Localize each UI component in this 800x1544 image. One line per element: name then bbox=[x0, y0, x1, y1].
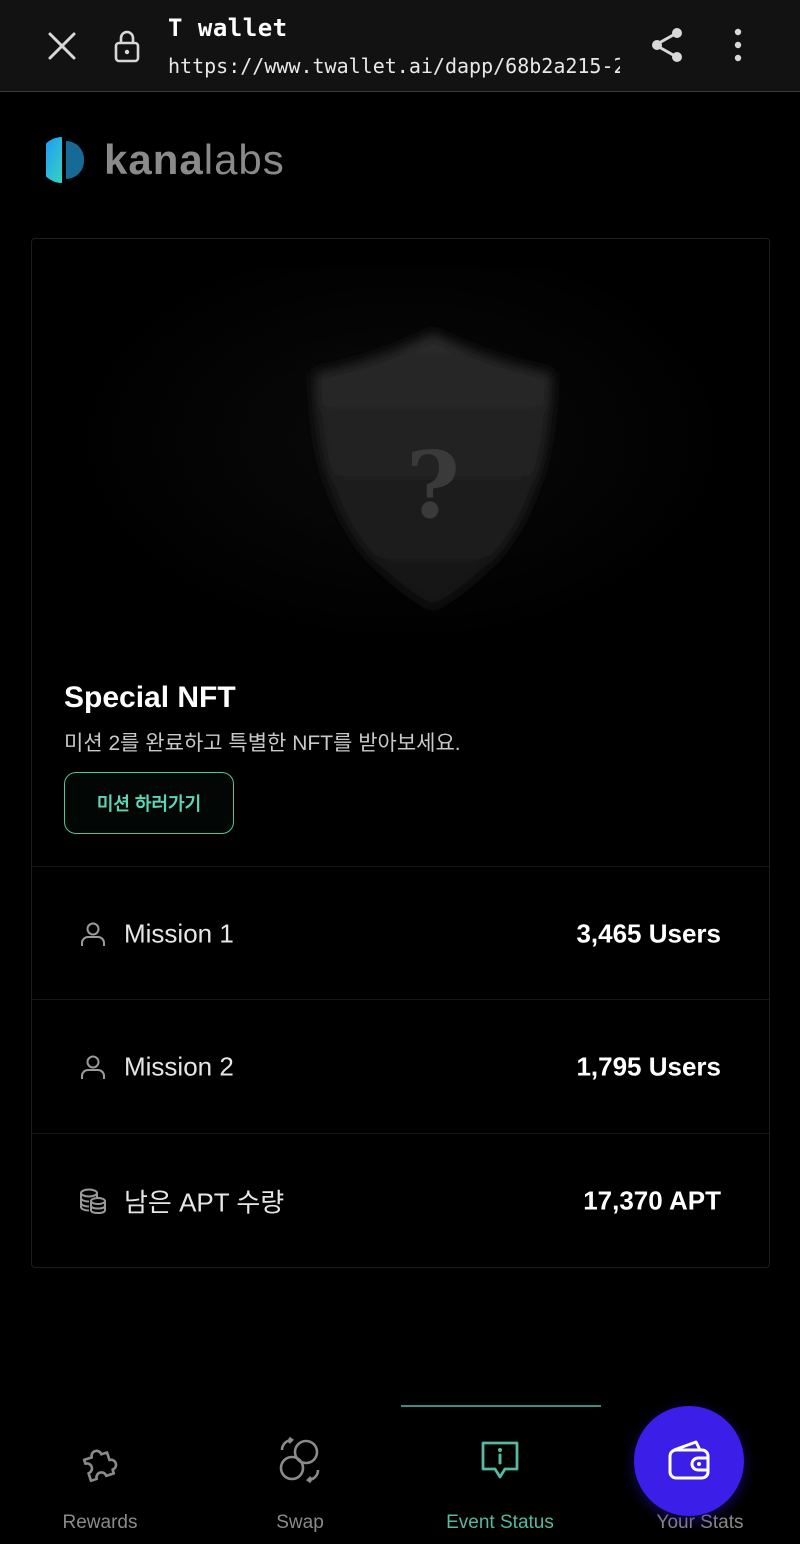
wallet-icon bbox=[668, 1440, 710, 1480]
more-options-icon[interactable] bbox=[718, 22, 758, 68]
event-card: ? Special NFT 미션 2를 완료하고 특별한 NFT를 받아보세요.… bbox=[31, 238, 770, 1268]
mystery-glyph: ? bbox=[406, 431, 460, 539]
coins-icon bbox=[78, 1186, 108, 1216]
kanalabs-logo-mark-icon bbox=[46, 137, 85, 183]
stat-value: 1,795 Users bbox=[576, 1051, 721, 1081]
browser-toolbar: T wallet https://www.twallet.ai/dapp/68b… bbox=[0, 0, 800, 92]
logo-wordmark: kanalabs bbox=[104, 136, 285, 183]
page-title: T wallet bbox=[168, 14, 288, 42]
go-to-mission-button[interactable]: 미션 하러가기 bbox=[64, 772, 234, 834]
nft-image-placeholder: ? bbox=[64, 269, 739, 649]
nft-title: Special NFT bbox=[64, 681, 236, 714]
stat-label: 남은 APT 수량 bbox=[124, 1187, 285, 1217]
url-text[interactable]: https://www.twallet.ai/dapp/68b2a215-28e… bbox=[168, 54, 620, 78]
nav-label: Event Status bbox=[446, 1512, 554, 1533]
stat-label: Mission 1 bbox=[124, 918, 234, 948]
kanalabs-logo: kanalabs bbox=[46, 134, 285, 186]
user-icon bbox=[78, 1052, 108, 1082]
close-icon[interactable] bbox=[40, 24, 84, 68]
stat-label: Mission 2 bbox=[124, 1051, 234, 1081]
nav-label: Your Stats bbox=[656, 1512, 744, 1533]
nft-description: 미션 2를 완료하고 특별한 NFT를 받아보세요. bbox=[64, 732, 461, 755]
active-tab-indicator bbox=[401, 1405, 601, 1407]
stat-row-mission-2: Mission 2 1,795 Users bbox=[32, 999, 769, 1133]
user-icon bbox=[78, 919, 108, 949]
stat-row-remaining-apt: 남은 APT 수량 17,370 APT bbox=[32, 1133, 769, 1267]
stat-row-mission-1: Mission 1 3,465 Users bbox=[32, 866, 769, 1000]
puzzle-icon bbox=[74, 1434, 126, 1486]
wallet-fab-button[interactable] bbox=[634, 1406, 744, 1516]
stat-value: 3,465 Users bbox=[576, 918, 721, 948]
info-chat-icon bbox=[474, 1434, 526, 1486]
nav-tab-rewards[interactable]: Rewards bbox=[0, 1434, 200, 1544]
nav-tab-swap[interactable]: Swap bbox=[200, 1434, 400, 1544]
lock-icon bbox=[110, 24, 144, 68]
stat-value: 17,370 APT bbox=[583, 1185, 721, 1215]
swap-icon bbox=[274, 1434, 326, 1486]
nav-tab-event-status[interactable]: Event Status bbox=[400, 1434, 600, 1544]
share-icon[interactable] bbox=[644, 22, 690, 68]
nav-label: Swap bbox=[276, 1512, 324, 1533]
nav-label: Rewards bbox=[62, 1512, 138, 1533]
